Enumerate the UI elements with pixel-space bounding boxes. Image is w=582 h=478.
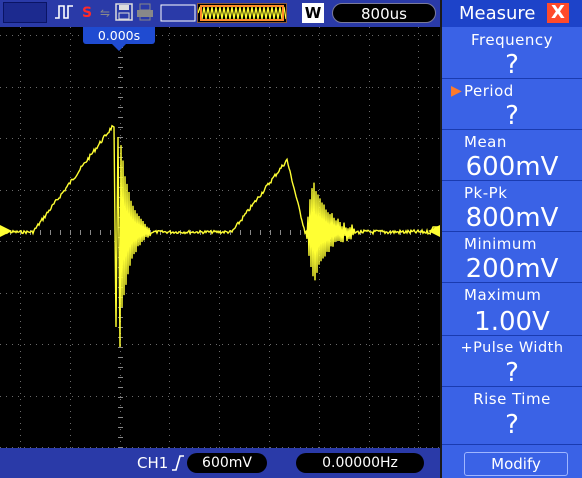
timebase-readout: 800us bbox=[332, 3, 436, 23]
measure-value: 800mV bbox=[465, 203, 559, 233]
rising-edge-icon bbox=[172, 455, 184, 471]
memory-waveform-strip bbox=[197, 3, 287, 23]
measure-value: ? bbox=[505, 410, 519, 440]
top-status-bar: S ⇋ W 800us bbox=[0, 0, 440, 27]
measure-title: Measure bbox=[459, 3, 536, 24]
measure-rise-time-label-row[interactable]: Rise Time bbox=[442, 386, 582, 412]
grid bbox=[0, 27, 440, 448]
close-button[interactable]: X bbox=[547, 3, 569, 23]
selected-arrow-icon: ▶ bbox=[451, 83, 462, 99]
measure-panel: Measure X Frequency ? ▶ Period ? Mean 60… bbox=[440, 0, 582, 478]
bottom-status-bar: CH1 600mV 0.00000Hz bbox=[0, 448, 440, 478]
usb-icon: ⇋ bbox=[100, 6, 111, 20]
trigger-level-marker bbox=[428, 225, 440, 237]
window-mode-badge: W bbox=[302, 3, 324, 23]
trigger-frequency-readout: 0.00000Hz bbox=[296, 453, 424, 473]
measure-header: Measure X bbox=[442, 0, 582, 27]
channel-mini-indicator bbox=[3, 2, 47, 23]
measure-label: Rise Time bbox=[473, 390, 551, 408]
measure-value: ? bbox=[505, 101, 519, 131]
measure-pulse-width-value-row: ? bbox=[442, 360, 582, 386]
stop-icon: S bbox=[82, 5, 93, 21]
measure-value: 1.00V bbox=[474, 307, 550, 337]
ch1-ground-marker bbox=[0, 225, 12, 237]
measure-maximum-label-row[interactable]: Maximum bbox=[442, 282, 582, 308]
printer-icon bbox=[136, 3, 154, 23]
waveform-display: 0.000s bbox=[0, 27, 440, 448]
measure-label: Maximum bbox=[464, 286, 542, 304]
measure-value: 200mV bbox=[465, 254, 559, 284]
measure-value: ? bbox=[505, 358, 519, 388]
bracket-left-icon bbox=[160, 3, 196, 23]
trigger-time-label: 0.000s bbox=[83, 27, 155, 44]
viewport-window bbox=[200, 5, 284, 21]
measure-frequency-value-row: ? bbox=[442, 52, 582, 78]
measure-maximum-value-row: 1.00V bbox=[442, 309, 582, 335]
trigger-position-marker bbox=[112, 44, 126, 51]
pulse-waveform-icon bbox=[54, 3, 74, 23]
measure-rise-time-value-row: ? bbox=[442, 412, 582, 438]
modify-button[interactable]: Modify bbox=[464, 452, 568, 476]
ch1-trace bbox=[0, 124, 440, 348]
measure-value: ? bbox=[505, 50, 519, 80]
save-disk-icon bbox=[115, 3, 133, 23]
measure-mean-value-row: 600mV bbox=[442, 154, 582, 180]
measure-pkpk-value-row: 800mV bbox=[442, 205, 582, 231]
measure-period-value-row: ? bbox=[442, 103, 582, 129]
measure-value: 600mV bbox=[465, 152, 559, 182]
measure-minimum-value-row: 200mV bbox=[442, 256, 582, 282]
volts-per-div-readout: 600mV bbox=[187, 453, 267, 473]
channel-label: CH1 bbox=[137, 454, 169, 472]
